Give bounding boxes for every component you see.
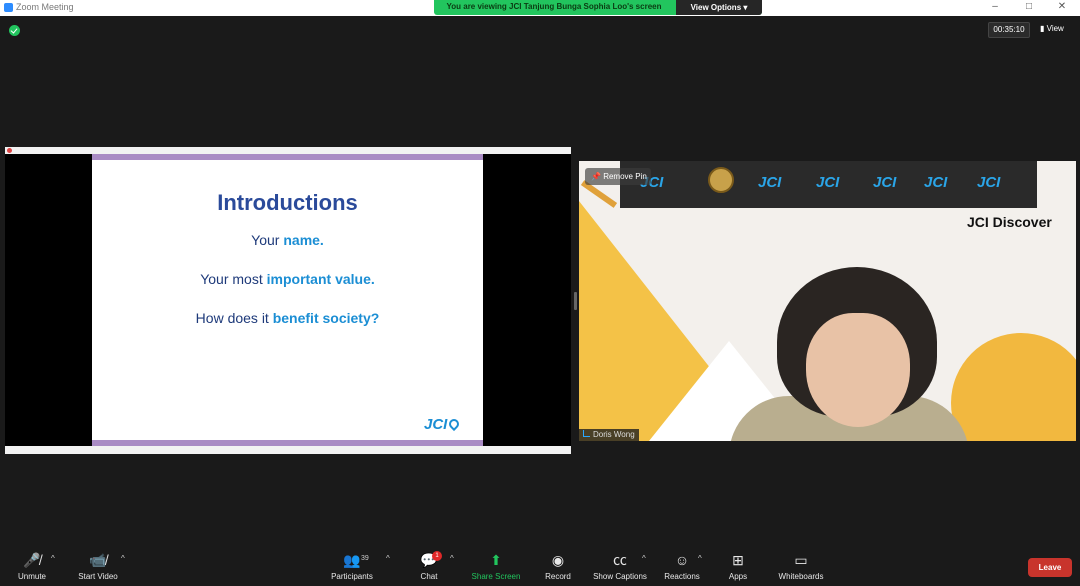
meeting-timer: 00:35:10 [988, 22, 1030, 38]
participants-button[interactable]: 👥 39 Participants [317, 549, 387, 583]
powerpoint-icon [7, 148, 12, 153]
whiteboards-label: Whiteboards [778, 572, 824, 581]
chat-unread-badge: 1 [432, 551, 442, 561]
unmute-button[interactable]: 🎤̸ Unmute [0, 549, 67, 583]
view-button[interactable]: ▮ View [1040, 22, 1064, 36]
close-button[interactable]: ✕ [1053, 1, 1071, 12]
sponsor-logo: JCI [873, 174, 897, 191]
jci-slide-logo: JCI [424, 416, 462, 433]
participant-video-tile[interactable]: JCI JCI JCI JCI JCI JCI JCI Discover 📌 R… [579, 161, 1076, 441]
participants-options-caret[interactable]: ^ [386, 554, 390, 563]
sponsor-logo: JCI [816, 174, 840, 191]
window-title: Zoom Meeting [16, 2, 74, 12]
apps-label: Apps [728, 572, 748, 581]
chat-label: Chat [420, 572, 438, 581]
participants-label: Participants [331, 572, 373, 581]
captions-options-caret[interactable]: ^ [642, 554, 646, 563]
slide-line-2: Your most important value. [92, 271, 483, 287]
slide-line-prefix: Your [251, 232, 284, 248]
background-heading: JCI Discover [967, 214, 1052, 230]
minimize-button[interactable]: – [986, 1, 1004, 12]
panel-splitter-handle[interactable] [574, 292, 577, 310]
shared-window-statusbar [5, 446, 571, 454]
slide-line-highlight: name. [283, 232, 324, 248]
show-captions-label: Show Captions [593, 572, 647, 581]
shared-window-titlebar [5, 147, 571, 154]
unmute-label: Unmute [17, 572, 46, 581]
view-options-button[interactable]: View Options ▾ [676, 0, 762, 15]
record-button[interactable]: ◉ Record [523, 549, 593, 583]
connection-signal-icon [583, 430, 590, 437]
record-label: Record [545, 572, 571, 581]
record-icon: ◉ [551, 552, 565, 568]
shared-screen-panel: Introductions Your name. Your most impor… [5, 147, 571, 454]
video-options-caret[interactable]: ^ [121, 554, 125, 563]
screen-share-banner: You are viewing JCI Tanjung Bunga Sophia… [434, 0, 762, 15]
slide-line-1: Your name. [92, 232, 483, 248]
slide-line-prefix: Your most [200, 271, 267, 287]
virtual-background-sponsor-bar: JCI JCI JCI JCI JCI JCI [620, 161, 1037, 208]
leave-button[interactable]: Leave [1028, 558, 1072, 577]
slide-line-3: How does it benefit society? [92, 310, 483, 326]
share-screen-button[interactable]: ⬆ Share Screen [461, 549, 531, 583]
remove-pin-button[interactable]: 📌 Remove Pin [585, 168, 651, 185]
slide-title: Introductions [217, 190, 358, 215]
location-pin-icon [447, 416, 462, 432]
start-video-label: Start Video [78, 572, 118, 581]
sponsor-logo: JCI [977, 174, 1001, 191]
audio-options-caret[interactable]: ^ [51, 554, 55, 563]
slide-line-prefix: How does it [195, 310, 273, 326]
reactions-options-caret[interactable]: ^ [698, 554, 702, 563]
participant-name: Doris Wong [593, 430, 635, 439]
share-screen-icon: ⬆ [490, 552, 502, 568]
apps-icon: ⊞ [732, 552, 744, 568]
apps-button[interactable]: ⊞ Apps [703, 549, 773, 583]
encryption-shield-icon[interactable] [9, 25, 20, 36]
maximize-button[interactable]: □ [1020, 1, 1038, 12]
slide-top-band [92, 154, 483, 160]
screen-share-banner-text: You are viewing JCI Tanjung Bunga Sophia… [446, 2, 662, 11]
presentation-slide: Introductions Your name. Your most impor… [92, 154, 483, 446]
participant-face [806, 313, 910, 427]
share-screen-label: Share Screen [471, 572, 521, 581]
whiteboard-icon: ▭ [794, 552, 808, 568]
participants-count: 39 [361, 555, 369, 562]
sponsor-logo: JCI [758, 174, 782, 191]
sponsor-logo: JCI [924, 174, 948, 191]
slide-line-highlight: benefit society? [272, 310, 380, 326]
whiteboards-button[interactable]: ▭ Whiteboards [766, 549, 836, 583]
participants-icon: 👥 [343, 552, 361, 568]
remove-pin-label: Remove Pin [603, 172, 647, 181]
participant-name-tag: Doris Wong [579, 429, 639, 441]
background-orange-circle [951, 333, 1076, 441]
muted-microphone-icon: 🎤̸ [23, 552, 41, 568]
jci-slide-logo-text: JCI [424, 416, 448, 433]
chat-options-caret[interactable]: ^ [450, 554, 454, 563]
slide-line-highlight: important value. [266, 271, 375, 287]
zoom-app-icon [4, 3, 13, 12]
award-medal-icon [708, 167, 734, 193]
